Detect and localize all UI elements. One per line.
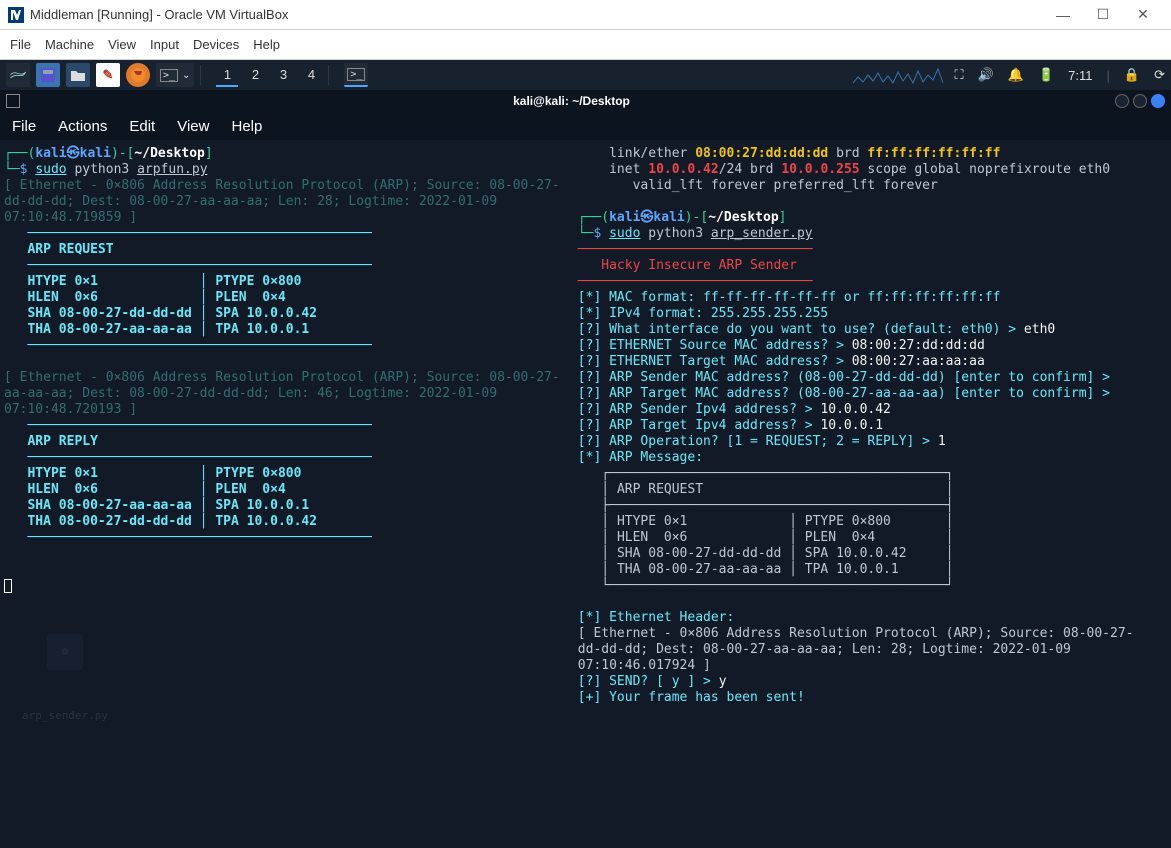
vbox-menu-view[interactable]: View bbox=[108, 37, 136, 52]
workspace-3[interactable]: 3 bbox=[272, 63, 294, 87]
vbox-menu-machine[interactable]: Machine bbox=[45, 37, 94, 52]
terminal-menu-file[interactable]: File bbox=[12, 118, 36, 135]
clock[interactable]: 7:11 bbox=[1068, 68, 1092, 83]
vbox-menu-file[interactable]: File bbox=[10, 37, 31, 52]
terminal-menu-view[interactable]: View bbox=[177, 118, 209, 135]
show-desktop-icon[interactable] bbox=[36, 63, 60, 87]
vbox-menu-input[interactable]: Input bbox=[150, 37, 179, 52]
kali-menu-icon[interactable] bbox=[6, 63, 30, 87]
firefox-icon[interactable] bbox=[126, 63, 150, 87]
desktop-icon-arp-sender[interactable]: ⚙ arp_sender.py bbox=[10, 602, 120, 756]
vbox-menubar: File Machine View Input Devices Help bbox=[0, 30, 1171, 60]
terminal-close-button[interactable] bbox=[1151, 94, 1165, 108]
workspace-1[interactable]: 1 bbox=[216, 63, 238, 87]
terminal-title-icon bbox=[6, 94, 20, 108]
terminal-minimize-button[interactable] bbox=[1115, 94, 1129, 108]
vbox-title: Middleman [Running] - Oracle VM VirtualB… bbox=[30, 7, 288, 22]
terminal-menu-help[interactable]: Help bbox=[231, 118, 262, 135]
vbox-menu-devices[interactable]: Devices bbox=[193, 37, 239, 52]
vbox-titlebar: Middleman [Running] - Oracle VM VirtualB… bbox=[0, 0, 1171, 30]
terminal-titlebar: kali@kali: ~/Desktop bbox=[0, 90, 1171, 112]
file-manager-icon[interactable] bbox=[66, 63, 90, 87]
minimize-button[interactable]: — bbox=[1043, 1, 1083, 29]
power-icon[interactable]: ⟳ bbox=[1154, 67, 1165, 83]
workspace-4[interactable]: 4 bbox=[300, 63, 322, 87]
virtualbox-icon bbox=[8, 7, 24, 23]
terminal-selector[interactable]: >_ ⌄ bbox=[156, 63, 194, 87]
battery-icon[interactable]: 🔋 bbox=[1038, 67, 1054, 83]
close-button[interactable]: ✕ bbox=[1123, 1, 1163, 29]
kali-taskbar: ✎ >_ ⌄ 1 2 3 4 >_ ⛶ 🔊 🔔 🔋 7:11 | 🔒 ⟳ bbox=[0, 60, 1171, 90]
terminal-title: kali@kali: ~/Desktop bbox=[28, 94, 1115, 108]
vbox-menu-help[interactable]: Help bbox=[253, 37, 280, 52]
cursor bbox=[4, 579, 12, 593]
terminal-menubar: File Actions Edit View Help bbox=[0, 112, 1171, 140]
terminal-pane-right[interactable]: link/ether 08:00:27:dd:dd:dd brd ff:ff:f… bbox=[574, 140, 1171, 848]
notifications-icon[interactable]: 🔔 bbox=[1008, 67, 1024, 83]
workspace-2[interactable]: 2 bbox=[244, 63, 266, 87]
terminal-menu-actions[interactable]: Actions bbox=[58, 118, 107, 135]
record-icon[interactable]: ⛶ bbox=[955, 67, 964, 83]
volume-icon[interactable]: 🔊 bbox=[978, 67, 994, 83]
cpu-sparkline bbox=[853, 65, 943, 85]
maximize-button[interactable]: ☐ bbox=[1083, 1, 1123, 29]
lock-icon[interactable]: 🔒 bbox=[1124, 67, 1140, 83]
terminal-pane-left[interactable]: ┌──(kali㉿kali)-[~/Desktop] └─$ sudo pyth… bbox=[0, 140, 574, 848]
terminal-maximize-button[interactable] bbox=[1133, 94, 1147, 108]
terminal-menu-edit[interactable]: Edit bbox=[129, 118, 155, 135]
terminal-body[interactable]: ┌──(kali㉿kali)-[~/Desktop] └─$ sudo pyth… bbox=[0, 140, 1171, 848]
taskbar-app-terminal[interactable]: >_ bbox=[344, 63, 368, 87]
text-editor-icon[interactable]: ✎ bbox=[96, 63, 120, 87]
